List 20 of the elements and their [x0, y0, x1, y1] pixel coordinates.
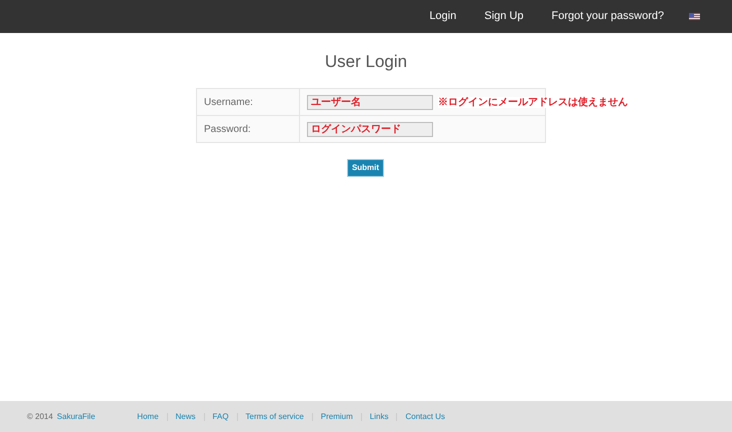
footer-link[interactable]: Links — [370, 410, 388, 422]
brand-link[interactable]: SakuraFile — [56, 410, 96, 422]
nav-link[interactable]: Sign Up — [470, 8, 538, 25]
flag-icon[interactable] — [689, 13, 700, 20]
field-label: Password: — [204, 124, 251, 135]
password-field[interactable]: ログインパスワード — [307, 122, 433, 137]
field-label: Username: — [204, 96, 253, 108]
hint-text: ※ログインにメールアドレスは使えません — [438, 96, 628, 108]
footer-link[interactable]: FAQ — [212, 410, 229, 422]
nav-link[interactable]: Forgot your password? — [538, 8, 678, 25]
page-title: User Login — [324, 52, 408, 72]
footer-link[interactable]: Home — [137, 410, 159, 422]
footer-link[interactable]: Terms of service — [246, 410, 304, 422]
footer-link[interactable]: Premium — [320, 410, 353, 422]
footer-link[interactable]: Contact Us — [405, 410, 446, 422]
username-field[interactable]: ユーザー名 — [307, 94, 433, 110]
copyright-text: © 2014 — [27, 410, 53, 422]
submit-button[interactable]: Submit — [346, 159, 384, 178]
nav-link[interactable]: Login — [415, 8, 470, 25]
footer-link[interactable]: News — [176, 410, 196, 422]
